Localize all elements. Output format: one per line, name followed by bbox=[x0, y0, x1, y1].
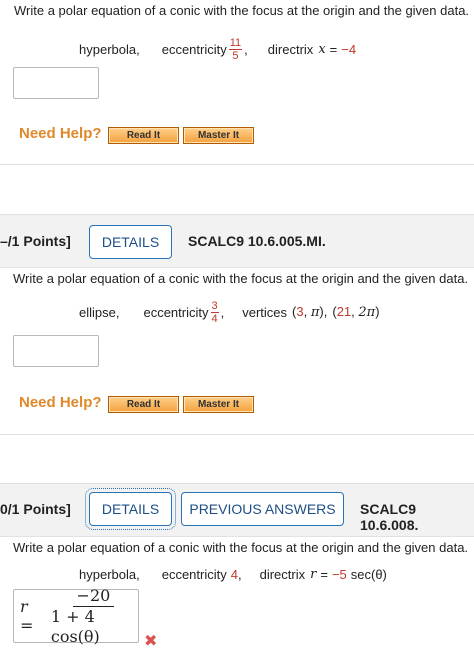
q1-eccentricity-fraction: 11 5 bbox=[228, 36, 243, 62]
q1-directrix-label: directrix bbox=[267, 41, 314, 57]
q2-v2-r: 21 bbox=[336, 304, 352, 319]
q1-given-data: hyperbola, eccentricity 11 5 , directrix… bbox=[79, 35, 356, 63]
q3-prompt: Write a polar equation of a conic with t… bbox=[13, 540, 469, 555]
comma: , bbox=[303, 304, 311, 319]
q3-question-code: SCALC9 10.6.008. bbox=[360, 501, 419, 533]
q2-question-code: SCALC9 10.6.005.MI. bbox=[188, 233, 326, 249]
q3-eccentricity-label: eccentricity bbox=[161, 567, 227, 582]
q1-ecc-denominator: 5 bbox=[232, 49, 239, 62]
q2-answer-input[interactable] bbox=[13, 335, 99, 367]
q1-prompt: Write a polar equation of a conic with t… bbox=[14, 3, 470, 18]
q2-ecc-denominator: 4 bbox=[211, 312, 218, 325]
divider bbox=[0, 164, 474, 165]
q3-answer-input[interactable]: r = −20 1 + 4 cos(θ) bbox=[13, 586, 139, 646]
q3-given-data: hyperbola, eccentricity 4 , directrix r … bbox=[79, 567, 387, 582]
q3-answer-denominator: 1 + 4 cos(θ) bbox=[50, 606, 100, 646]
q3-directrix-function: sec(θ) bbox=[350, 567, 387, 582]
q2-conic-type: ellipse, bbox=[79, 304, 120, 320]
q3-answer-numerator: −20 bbox=[72, 586, 115, 607]
paren: ) bbox=[375, 304, 380, 319]
q2-read-it-button[interactable]: Read It bbox=[108, 396, 179, 413]
q1-conic-type: hyperbola, bbox=[79, 41, 140, 57]
q2-v1-r: 3 bbox=[296, 304, 304, 319]
q1-master-it-button[interactable]: Master It bbox=[183, 127, 254, 144]
q3-answer-fraction: −20 1 + 4 cos(θ) bbox=[49, 586, 138, 647]
q2-eccentricity-fraction: 3 4 bbox=[210, 299, 219, 325]
q2-need-help-label: Need Help? bbox=[19, 394, 102, 411]
q1-directrix-var: x bbox=[318, 41, 326, 57]
q2-points: –/1 Points] bbox=[0, 233, 71, 249]
q1-read-it-button[interactable]: Read It bbox=[108, 127, 179, 144]
q1-directrix-value: −4 bbox=[341, 41, 357, 57]
divider bbox=[0, 434, 474, 435]
q2-details-button[interactable]: DETAILS bbox=[89, 225, 172, 259]
q2-ecc-numerator: 3 bbox=[210, 299, 219, 313]
q3-directrix-var: r bbox=[310, 567, 317, 582]
q2-ecc-comma: , bbox=[220, 304, 225, 320]
q3-conic-type: hyperbola, bbox=[79, 567, 140, 582]
q1-eccentricity-label: eccentricity bbox=[161, 41, 227, 57]
q2-vertices-label: vertices bbox=[242, 304, 288, 320]
q2-v2-theta: 2π bbox=[358, 305, 376, 320]
q2-vertex-2: (21, 2π) bbox=[332, 304, 379, 320]
q2-prompt: Write a polar equation of a conic with t… bbox=[13, 271, 469, 286]
q3-directrix-eq: = bbox=[320, 567, 328, 582]
q2-eccentricity-label: eccentricity bbox=[143, 304, 209, 320]
q2-given-data: ellipse, eccentricity 3 4 , vertices (3,… bbox=[79, 297, 380, 327]
paren: ), bbox=[319, 304, 328, 319]
q3-answer-lhs: r = bbox=[20, 597, 34, 635]
q1-answer-input[interactable] bbox=[13, 67, 99, 99]
incorrect-x-icon: ✖ bbox=[144, 633, 158, 650]
q3-ecc-comma: , bbox=[237, 567, 242, 582]
q3-previous-answers-button[interactable]: PREVIOUS ANSWERS bbox=[181, 492, 344, 526]
q3-eccentricity-value: 4 bbox=[230, 567, 238, 582]
q2-master-it-button[interactable]: Master It bbox=[183, 396, 254, 413]
q3-points: 0/1 Points] bbox=[0, 501, 71, 517]
q2-vertex-1: (3, π), bbox=[292, 304, 327, 320]
q1-need-help-label: Need Help? bbox=[19, 125, 102, 142]
q1-ecc-comma: , bbox=[244, 41, 248, 57]
q3-details-button[interactable]: DETAILS bbox=[85, 488, 176, 530]
q1-ecc-numerator: 11 bbox=[228, 36, 243, 50]
q3-directrix-value: −5 bbox=[331, 567, 347, 582]
q1-directrix-eq: = bbox=[329, 41, 338, 57]
q3-directrix-label: directrix bbox=[259, 567, 306, 582]
